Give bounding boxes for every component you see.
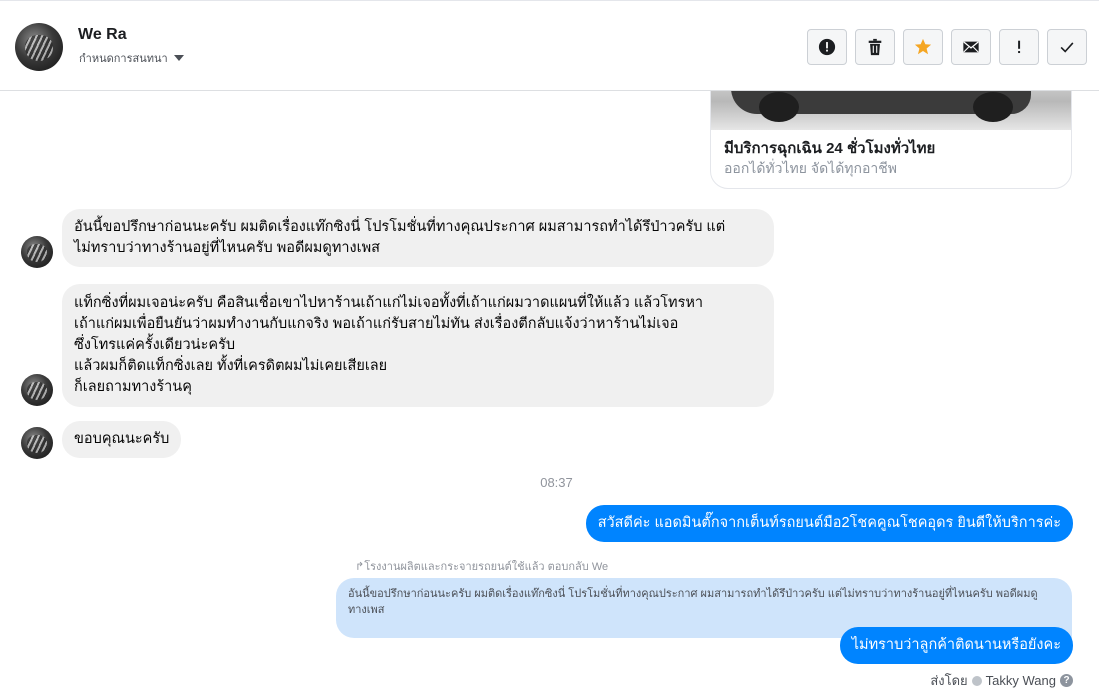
help-icon[interactable]: ? (1060, 674, 1073, 687)
message-line: ซึ่งโทรแค่ครั้งเดียวน่ะครับ (74, 337, 236, 353)
outgoing-message[interactable]: สวัสดีค่ะ แอดมินตั๊กจากเต็นท์รถยนต์มือ2โ… (585, 505, 1073, 542)
timestamp: 08:37 (540, 475, 573, 490)
star-icon (914, 38, 932, 55)
trash-icon (868, 38, 882, 56)
link-preview-title: มีบริการฉุกเฉิน 24 ชั่วโมงทั่วไทย (724, 140, 936, 157)
contact-name[interactable]: We Ra (78, 26, 127, 44)
message-line: ไม่ทราบว่าทางร้านอยู่ที่ไหนครับ พอดีผมดู… (74, 240, 380, 256)
verified-icon (971, 675, 982, 686)
message-line: แท็กซิ่งที่ผมเจอน่ะครับ คือสินเชื่อเขาไป… (74, 295, 704, 311)
mark-done-button[interactable] (1047, 29, 1087, 65)
delete-button[interactable] (855, 29, 895, 65)
message-line: เถ้าแก่ผมเพื่อยืนยันว่าผมทำงานกับแกจริง … (74, 316, 679, 332)
follow-up-button[interactable] (999, 29, 1039, 65)
avatar[interactable] (21, 374, 53, 406)
quoted-line: อันนี้ขอปรึกษาก่อนนะครับ ผมติดเรื่องแท๊ก… (348, 588, 1038, 600)
incoming-message[interactable]: ขอบคุณนะครับ (62, 421, 182, 458)
avatar[interactable] (21, 236, 53, 268)
alert-circle-icon (818, 38, 836, 56)
checkmark-icon (1060, 42, 1074, 53)
incoming-message[interactable]: แท็กซิ่งที่ผมเจอน่ะครับ คือสินเชื่อเขาไป… (62, 284, 774, 407)
conversation-settings-dropdown[interactable]: กำหนดการสนทนา (79, 49, 184, 67)
envelope-icon (963, 41, 979, 53)
sent-by-prefix: ส่งโดย (930, 673, 968, 688)
link-preview-card[interactable]: มีบริการฉุกเฉิน 24 ชั่วโมงทั่วไทย ออกได้… (710, 91, 1072, 189)
message-line: อันนี้ขอปรึกษาก่อนนะครับ ผมติดเรื่องแท๊ก… (74, 219, 726, 235)
conversation-settings-label: กำหนดการสนทนา (79, 53, 168, 65)
mark-unread-button[interactable] (951, 29, 991, 65)
toolbar (807, 29, 1087, 65)
reply-note-text: โรงงานผลิตและกระจายรถยนต์ใช้แล้ว ตอบกลับ… (364, 561, 609, 573)
caret-down-icon (173, 55, 184, 61)
spam-button[interactable] (807, 29, 847, 65)
message-line: ขอบคุณนะครับ (74, 431, 170, 447)
message-line: ก็เลยถามทางร้านคุ (74, 379, 192, 395)
incoming-message[interactable]: อันนี้ขอปรึกษาก่อนนะครับ ผมติดเรื่องแท๊ก… (62, 209, 774, 267)
sent-by: ส่งโดย Takky Wang ? (930, 670, 1073, 691)
reply-context: ↱โรงงานผลิตและกระจายรถยนต์ใช้แล้ว ตอบกลั… (355, 557, 608, 575)
message-line: แล้วผมก็ติดแท็กซิ่งเลย ทั้งที่เครดิตผมไม… (74, 358, 388, 374)
avatar[interactable] (21, 427, 53, 459)
link-preview-subtitle: ออกได้ทั่วไทย จัดได้ทุกอาชีพ (724, 160, 898, 176)
link-preview-image (711, 91, 1071, 130)
star-button[interactable] (903, 29, 943, 65)
message-thread[interactable]: มีบริการฉุกเฉิน 24 ชั่วโมงทั่วไทย ออกได้… (0, 91, 1099, 698)
quoted-line: ทางเพส (348, 604, 385, 616)
reply-arrow-icon: ↱ (355, 561, 365, 573)
conversation-header: We Ra กำหนดการสนทนา (0, 0, 1099, 91)
outgoing-message[interactable]: ไม่ทราบว่าลูกค้าติดนานหรือยังคะ (839, 627, 1073, 664)
avatar[interactable] (15, 23, 63, 71)
exclamation-icon (1018, 40, 1021, 54)
sender-name[interactable]: Takky Wang (986, 673, 1056, 688)
